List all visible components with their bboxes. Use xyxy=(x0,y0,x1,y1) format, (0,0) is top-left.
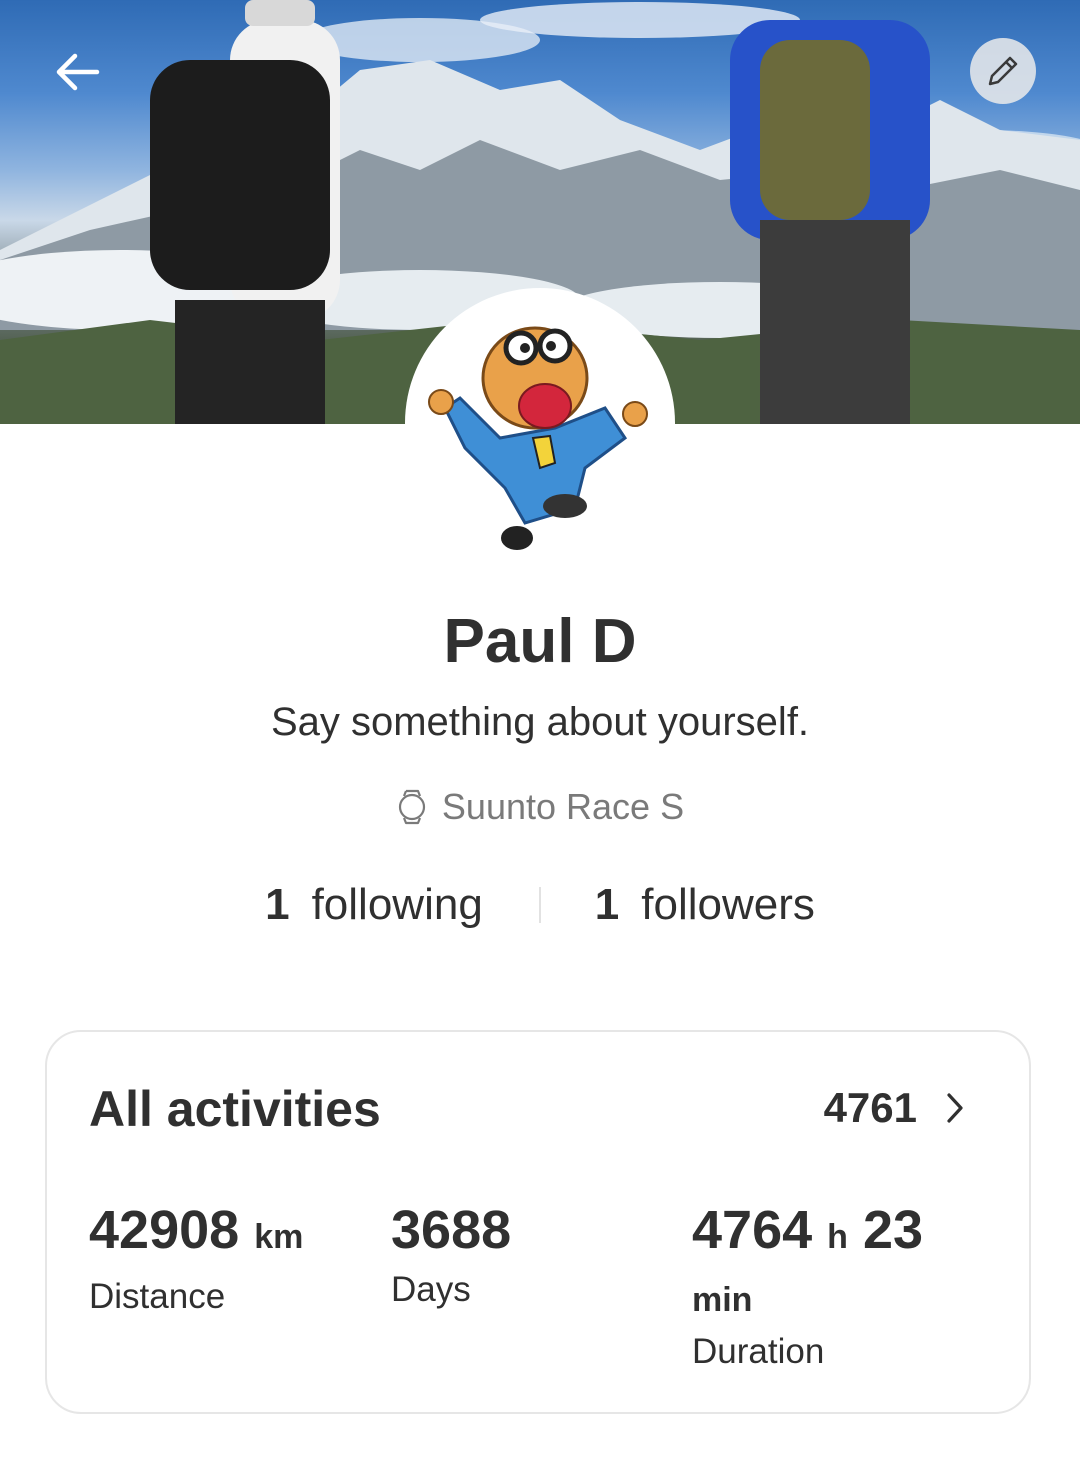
activities-count-link[interactable]: 4761 xyxy=(824,1084,965,1132)
activities-count: 4761 xyxy=(823,1084,917,1131)
days-label: Days xyxy=(391,1270,471,1309)
back-button[interactable] xyxy=(40,40,114,104)
following-link[interactable]: 1 following xyxy=(265,880,483,930)
pencil-icon xyxy=(988,56,1018,86)
duration-label: Duration xyxy=(692,1332,825,1371)
days-value: 3688 xyxy=(391,1200,512,1260)
profile-bio[interactable]: Say something about yourself. xyxy=(0,700,1080,745)
duration-min-unit: min xyxy=(692,1281,753,1319)
distance-unit: km xyxy=(254,1218,304,1256)
social-counts: 1 following 1 followers xyxy=(0,880,1080,930)
following-label: following xyxy=(311,880,483,929)
stat-days: 3688 Days xyxy=(391,1200,511,1310)
following-count: 1 xyxy=(265,880,290,929)
edit-profile-button[interactable] xyxy=(970,38,1036,104)
all-activities-card[interactable]: All activities 4761 42908 km Distance 36… xyxy=(45,1030,1031,1414)
chevron-right-icon xyxy=(947,1093,963,1123)
distance-value: 42908 xyxy=(89,1200,240,1260)
followers-link[interactable]: 1 followers xyxy=(595,880,815,930)
distance-label: Distance xyxy=(89,1277,226,1316)
stat-duration: 4764 h 23 min Duration xyxy=(692,1200,992,1372)
watch-icon xyxy=(398,789,426,825)
arrow-left-icon xyxy=(56,53,100,91)
device-name: Suunto Race S xyxy=(441,786,685,827)
duration-h-unit: h xyxy=(827,1218,848,1256)
profile-name: Paul D xyxy=(443,607,637,676)
device-info: Suunto Race S xyxy=(0,786,1080,828)
duration-minutes: 23 xyxy=(862,1200,924,1260)
followers-label: followers xyxy=(641,880,815,929)
stat-distance: 42908 km Distance xyxy=(89,1200,303,1317)
divider xyxy=(538,887,541,923)
duration-hours: 4764 xyxy=(692,1200,813,1260)
cartoon-avatar-image xyxy=(428,326,648,550)
card-title: All activities xyxy=(89,1081,381,1137)
avatar[interactable] xyxy=(405,288,675,558)
followers-count: 1 xyxy=(594,880,620,929)
